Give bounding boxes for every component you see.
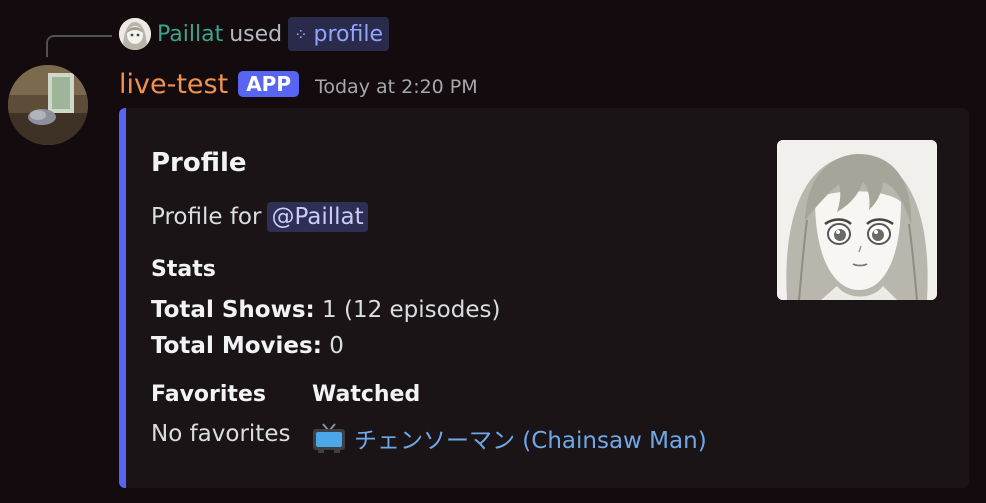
embed-description: Profile for @Paillat [151, 202, 368, 232]
total-shows-label: Total Shows: [151, 297, 315, 323]
reply-spine [46, 35, 112, 57]
slash-command-icon: ⁘ [294, 24, 308, 44]
total-movies-line: Total Movies: 0 [151, 333, 344, 359]
reply-username[interactable]: Paillat [157, 22, 223, 47]
user-mention[interactable]: @Paillat [267, 202, 368, 232]
message-header: live-test APP Today at 2:20 PM [119, 64, 478, 104]
embed-thumbnail[interactable] [777, 140, 937, 300]
watched-field-name: Watched [312, 382, 421, 407]
embed-title: Profile [151, 148, 247, 178]
embed-accent-bar [119, 108, 126, 488]
watched-field-value: チェンソーマン (Chainsaw Man) [312, 421, 707, 455]
author-avatar[interactable] [8, 65, 88, 145]
favorites-field: Favorites No favorites [151, 382, 290, 447]
favorites-field-name: Favorites [151, 382, 266, 407]
total-movies-value: 0 [329, 333, 344, 359]
favorites-value-text: No favorites [151, 421, 291, 447]
bot-message: Paillat used ⁘ profile live-test APP Tod… [0, 0, 986, 503]
stats-heading: Stats [151, 257, 216, 282]
watched-field: Watched チェンソーマン (Chainsaw Man) [312, 382, 707, 455]
slash-command-chip[interactable]: ⁘ profile [288, 17, 390, 51]
command-reply-header: Paillat used ⁘ profile [119, 17, 390, 51]
total-movies-label: Total Movies: [151, 333, 322, 359]
message-timestamp[interactable]: Today at 2:20 PM [315, 76, 478, 98]
watched-show-link[interactable]: チェンソーマン (Chainsaw Man) [354, 421, 707, 455]
reply-verb: used [229, 21, 283, 47]
total-shows-line: Total Shows: 1 (12 episodes) [151, 297, 500, 323]
reply-user-avatar[interactable] [119, 18, 151, 50]
profile-embed: Profile Profile for @Paillat Stats Total… [119, 108, 969, 488]
total-shows-value: 1 (12 episodes) [322, 297, 501, 323]
tv-icon [313, 423, 345, 453]
author-name[interactable]: live-test [119, 69, 228, 100]
favorites-field-value: No favorites [151, 421, 290, 447]
app-badge: APP [238, 71, 299, 97]
command-name: profile [313, 21, 384, 47]
description-prefix: Profile for [151, 204, 262, 230]
